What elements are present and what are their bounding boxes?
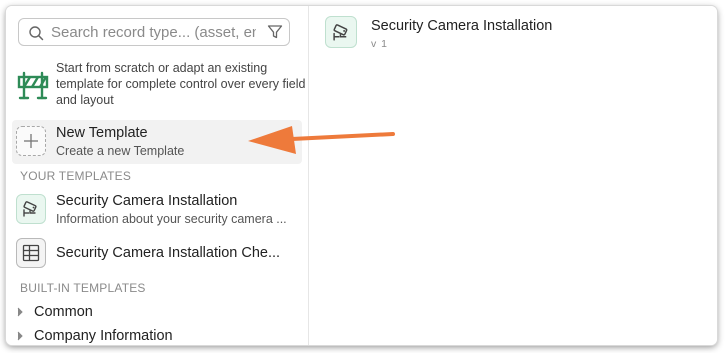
template-detail-pane: Security Camera Installation v 1 <box>309 6 717 345</box>
template-sidebar: Start from scratch or adapt an existing … <box>6 6 309 345</box>
new-template-title: New Template <box>56 125 148 141</box>
new-template-subtitle: Create a new Template <box>56 144 185 158</box>
table-icon <box>16 238 46 268</box>
section-your-templates: YOUR TEMPLATES <box>20 169 132 183</box>
detail-version: v 1 <box>371 38 389 50</box>
barrier-icon <box>17 71 49 100</box>
intro-text: Start from scratch or adapt an existing … <box>56 61 306 107</box>
tree-item-label: Company Information <box>34 328 173 344</box>
template-item-title: Security Camera Installation Che... <box>56 245 281 261</box>
search-icon <box>29 26 44 41</box>
tree-item-label: Common <box>34 304 93 320</box>
section-built-in-templates: BUILT-IN TEMPLATES <box>20 281 146 295</box>
new-template-button[interactable]: New Template Create a new Template <box>12 120 302 164</box>
chevron-right-icon <box>17 307 23 317</box>
app-window: Start from scratch or adapt an existing … <box>6 6 717 345</box>
intro-block: Start from scratch or adapt an existing … <box>16 60 306 110</box>
template-item-security-camera-checklist[interactable]: Security Camera Installation Che... <box>12 232 302 276</box>
template-detail-header[interactable]: Security Camera Installation v 1 <box>325 16 705 56</box>
tree-item-common[interactable]: Common <box>16 302 296 322</box>
detail-title: Security Camera Installation <box>371 18 553 34</box>
tree-item-company-information[interactable]: Company Information <box>16 326 296 345</box>
security-camera-icon <box>325 16 357 48</box>
filter-icon[interactable] <box>267 24 283 40</box>
template-item-security-camera[interactable]: Security Camera Installation Information… <box>12 188 302 232</box>
search-box[interactable] <box>18 18 290 46</box>
search-input[interactable] <box>51 22 256 42</box>
chevron-right-icon <box>17 331 23 341</box>
template-item-title: Security Camera Installation <box>56 193 238 209</box>
template-item-subtitle: Information about your security camera .… <box>56 212 287 226</box>
security-camera-icon <box>16 194 46 224</box>
plus-icon <box>16 126 46 156</box>
